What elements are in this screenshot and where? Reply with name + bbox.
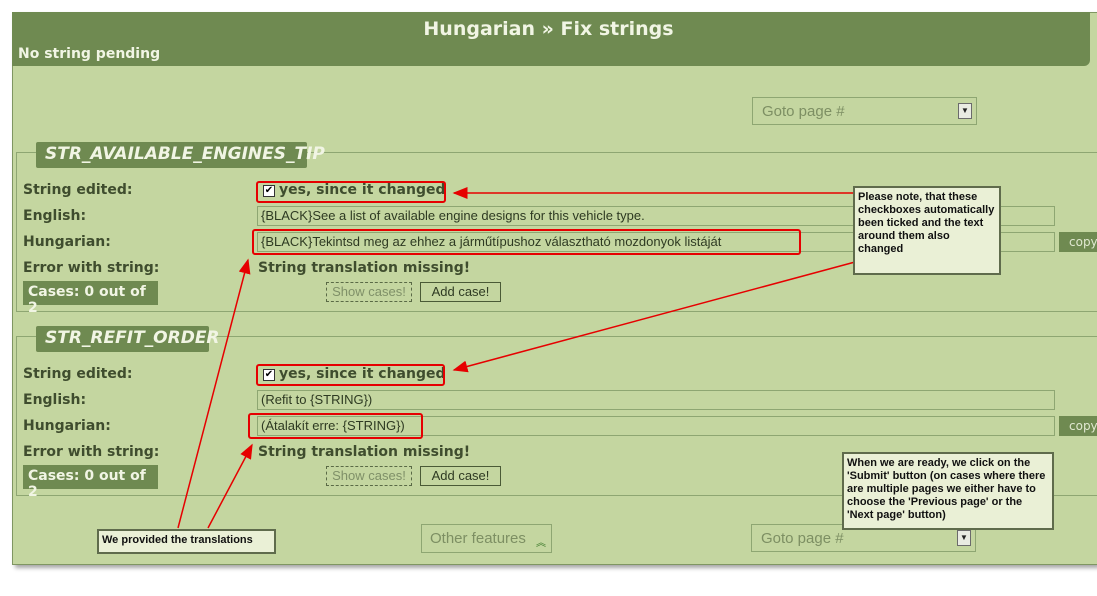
- arrow-to-checkbox-2: [452, 261, 856, 373]
- note-checkboxes: Please note, that these checkboxes autom…: [853, 186, 1001, 275]
- note-provided: We provided the translations: [97, 529, 276, 554]
- note-submit: When we are ready, we click on the 'Subm…: [842, 452, 1054, 530]
- arrow-to-translation-1: [177, 258, 251, 529]
- arrow-to-translation-2: [207, 443, 253, 529]
